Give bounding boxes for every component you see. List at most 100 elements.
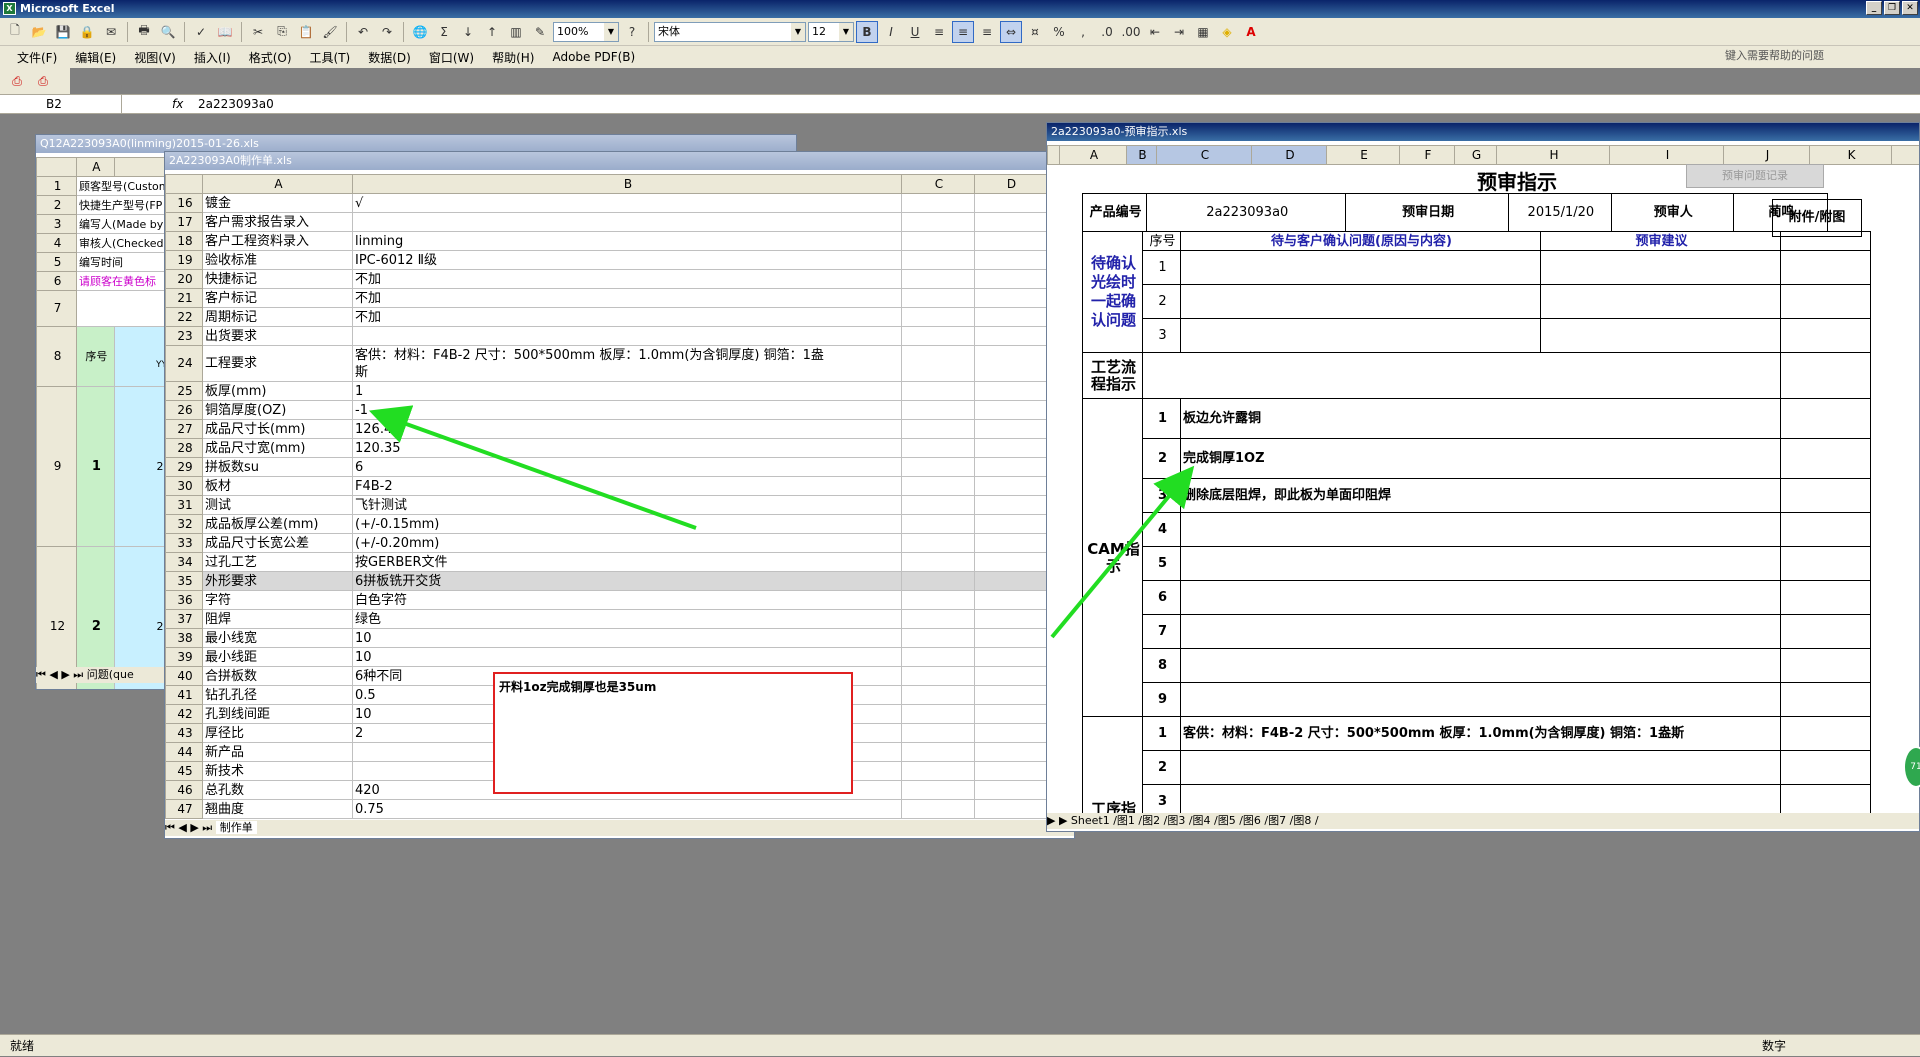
cell-b[interactable]: IPC-6012 Ⅱ级 — [352, 250, 902, 270]
table-row[interactable]: 37 阻焊 绿色 — [165, 609, 1074, 629]
print-icon[interactable]: 🖶 — [133, 21, 155, 43]
cell-b[interactable]: 按GERBER文件 — [352, 552, 902, 572]
name-box[interactable]: B2 — [0, 95, 122, 113]
increase-indent-icon[interactable]: ⇥ — [1168, 21, 1190, 43]
table-row[interactable]: 39 最小线距 10 — [165, 647, 1074, 667]
cell-b[interactable]: (+/-0.20mm) — [352, 533, 902, 553]
cell-a[interactable]: 最小线宽 — [202, 628, 353, 648]
menu-format[interactable]: 格式(O) — [240, 49, 301, 66]
cell-b[interactable]: (+/-0.15mm) — [352, 514, 902, 534]
redo-icon[interactable]: ↷ — [376, 21, 398, 43]
cell-a[interactable]: 字符 — [202, 590, 353, 610]
merge-center-icon[interactable]: ⇔ — [1000, 20, 1022, 43]
table-row[interactable]: 35 外形要求 6拼板铣开交货 — [165, 571, 1074, 591]
cell-a[interactable]: 成品尺寸长(mm) — [202, 419, 353, 439]
autosum-icon[interactable]: Σ — [433, 21, 455, 43]
align-center-icon[interactable]: ≡ — [952, 20, 974, 43]
align-left-icon[interactable]: ≡ — [928, 21, 950, 43]
decrease-indent-icon[interactable]: ⇤ — [1144, 21, 1166, 43]
fill-color-icon[interactable]: ◈ — [1216, 21, 1238, 43]
menu-edit[interactable]: 编辑(E) — [66, 49, 125, 66]
cell-a[interactable]: 出货要求 — [202, 326, 353, 346]
cell-a[interactable]: 镀金 — [202, 193, 353, 213]
cut-icon[interactable]: ✂ — [247, 21, 269, 43]
tab-questions[interactable]: 问题(que — [87, 668, 134, 681]
cell-b[interactable]: F4B-2 — [352, 476, 902, 496]
cell-b[interactable]: 不加 — [352, 288, 902, 308]
table-row[interactable]: 27 成品尺寸长(mm) 126.4 — [165, 419, 1074, 439]
cell-a[interactable]: 过孔工艺 — [202, 552, 353, 572]
table-row[interactable]: 28 成品尺寸宽(mm) 120.35 — [165, 438, 1074, 458]
font-select[interactable]: 宋体 ▼ — [654, 21, 806, 42]
drawing-icon[interactable]: ✎ — [529, 21, 551, 43]
cell-a[interactable]: 板材 — [202, 476, 353, 496]
cell-a[interactable]: 钻孔孔径 — [202, 685, 353, 705]
menu-insert[interactable]: 插入(I) — [185, 49, 240, 66]
cell-a[interactable]: 快捷标记 — [202, 269, 353, 289]
cell-a[interactable]: 新技术 — [202, 761, 353, 781]
cell-a[interactable]: 翘曲度 — [202, 799, 353, 819]
percent-button[interactable]: % — [1048, 21, 1070, 43]
menu-tools[interactable]: 工具(T) — [301, 49, 360, 66]
cell-a[interactable]: 工程要求 — [202, 345, 353, 382]
menu-view[interactable]: 视图(V) — [125, 49, 185, 66]
copy-icon[interactable]: ⎘ — [271, 21, 293, 43]
sort-desc-icon[interactable]: ↑ — [481, 21, 503, 43]
cell-a[interactable]: 客户需求报告录入 — [202, 212, 353, 232]
fx-icon[interactable]: fx — [172, 95, 183, 113]
chart-wizard-icon[interactable]: ▥ — [505, 21, 527, 43]
cell-b[interactable]: 白色字符 — [352, 590, 902, 610]
cell-b[interactable]: 1 — [352, 381, 902, 401]
tab-production[interactable]: 制作单 — [215, 821, 257, 834]
table-row[interactable]: 29 拼板数su 6 — [165, 457, 1074, 477]
table-row[interactable]: 30 板材 F4B-2 — [165, 476, 1074, 496]
cell-a[interactable]: 厚径比 — [202, 723, 353, 743]
research-icon[interactable]: 📖 — [214, 21, 236, 43]
table-row[interactable]: 16 镀金 √ — [165, 193, 1074, 213]
cell-b[interactable]: 飞针测试 — [352, 495, 902, 515]
cell-a[interactable]: 板厚(mm) — [202, 381, 353, 401]
workbook-window-prereview[interactable]: 2a223093a0-预审指示.xls A B C D E F G H I J … — [1046, 122, 1920, 832]
font-size-select[interactable]: 12 ▼ — [808, 21, 854, 42]
cell-b[interactable]: -1 — [352, 400, 902, 420]
align-right-icon[interactable]: ≡ — [976, 21, 998, 43]
cell-a[interactable]: 成品板厚公差(mm) — [202, 514, 353, 534]
table-row[interactable]: 38 最小线宽 10 — [165, 628, 1074, 648]
cell-b[interactable] — [352, 326, 902, 346]
table-row[interactable]: 18 客户工程资料录入 linming — [165, 231, 1074, 251]
hyperlink-icon[interactable]: 🌐 — [409, 21, 431, 43]
cell-a[interactable]: 新产品 — [202, 742, 353, 762]
cell-a[interactable]: 客户标记 — [202, 288, 353, 308]
cell-a[interactable]: 总孔数 — [202, 780, 353, 800]
cell-a[interactable]: 阻焊 — [202, 609, 353, 629]
tab-nav-icons-3[interactable]: ▶ ▶ — [1047, 814, 1071, 827]
minimize-button[interactable]: _ — [1866, 1, 1882, 15]
cell-a[interactable]: 周期标记 — [202, 307, 353, 327]
sort-asc-icon[interactable]: ↓ — [457, 21, 479, 43]
cell-a[interactable]: 合拼板数 — [202, 666, 353, 686]
underline-button[interactable]: U — [904, 21, 926, 43]
cell-a[interactable]: 验收标准 — [202, 250, 353, 270]
cell-a[interactable]: 铜箔厚度(OZ) — [202, 400, 353, 420]
cell-b[interactable]: linming — [352, 231, 902, 251]
cell-b[interactable]: 120.35 — [352, 438, 902, 458]
save-icon[interactable]: 💾 — [52, 21, 74, 43]
tab-sheets[interactable]: Sheet1 /图1 /图2 /图3 /图4 /图5 /图6 /图7 /图8 / — [1071, 814, 1319, 827]
pdf-convert-icon[interactable]: ⎙ — [6, 70, 28, 92]
table-row[interactable]: 33 成品尺寸长宽公差 (+/-0.20mm) — [165, 533, 1074, 553]
menu-adobe-pdf[interactable]: Adobe PDF(B) — [543, 50, 644, 64]
cell-b[interactable]: 不加 — [352, 307, 902, 327]
help-question-box[interactable]: 键入需要帮助的问题 — [1725, 47, 1910, 65]
cell-b[interactable]: 10 — [352, 628, 902, 648]
cell-b[interactable]: 126.4 — [352, 419, 902, 439]
undo-icon[interactable]: ↶ — [352, 21, 374, 43]
bold-button[interactable]: B — [856, 20, 878, 43]
cell-a[interactable]: 成品尺寸宽(mm) — [202, 438, 353, 458]
tab-nav-icons[interactable]: ⏮ ◀ ▶ ⏭ — [36, 668, 87, 681]
comma-icon[interactable]: , — [1072, 21, 1094, 43]
table-row[interactable]: 26 铜箔厚度(OZ) -1 — [165, 400, 1074, 420]
menu-help[interactable]: 帮助(H) — [483, 49, 543, 66]
zoom-select[interactable]: 100% ▼ — [553, 21, 619, 42]
table-row[interactable]: 17 客户需求报告录入 — [165, 212, 1074, 232]
cell-b[interactable]: 6 — [352, 457, 902, 477]
